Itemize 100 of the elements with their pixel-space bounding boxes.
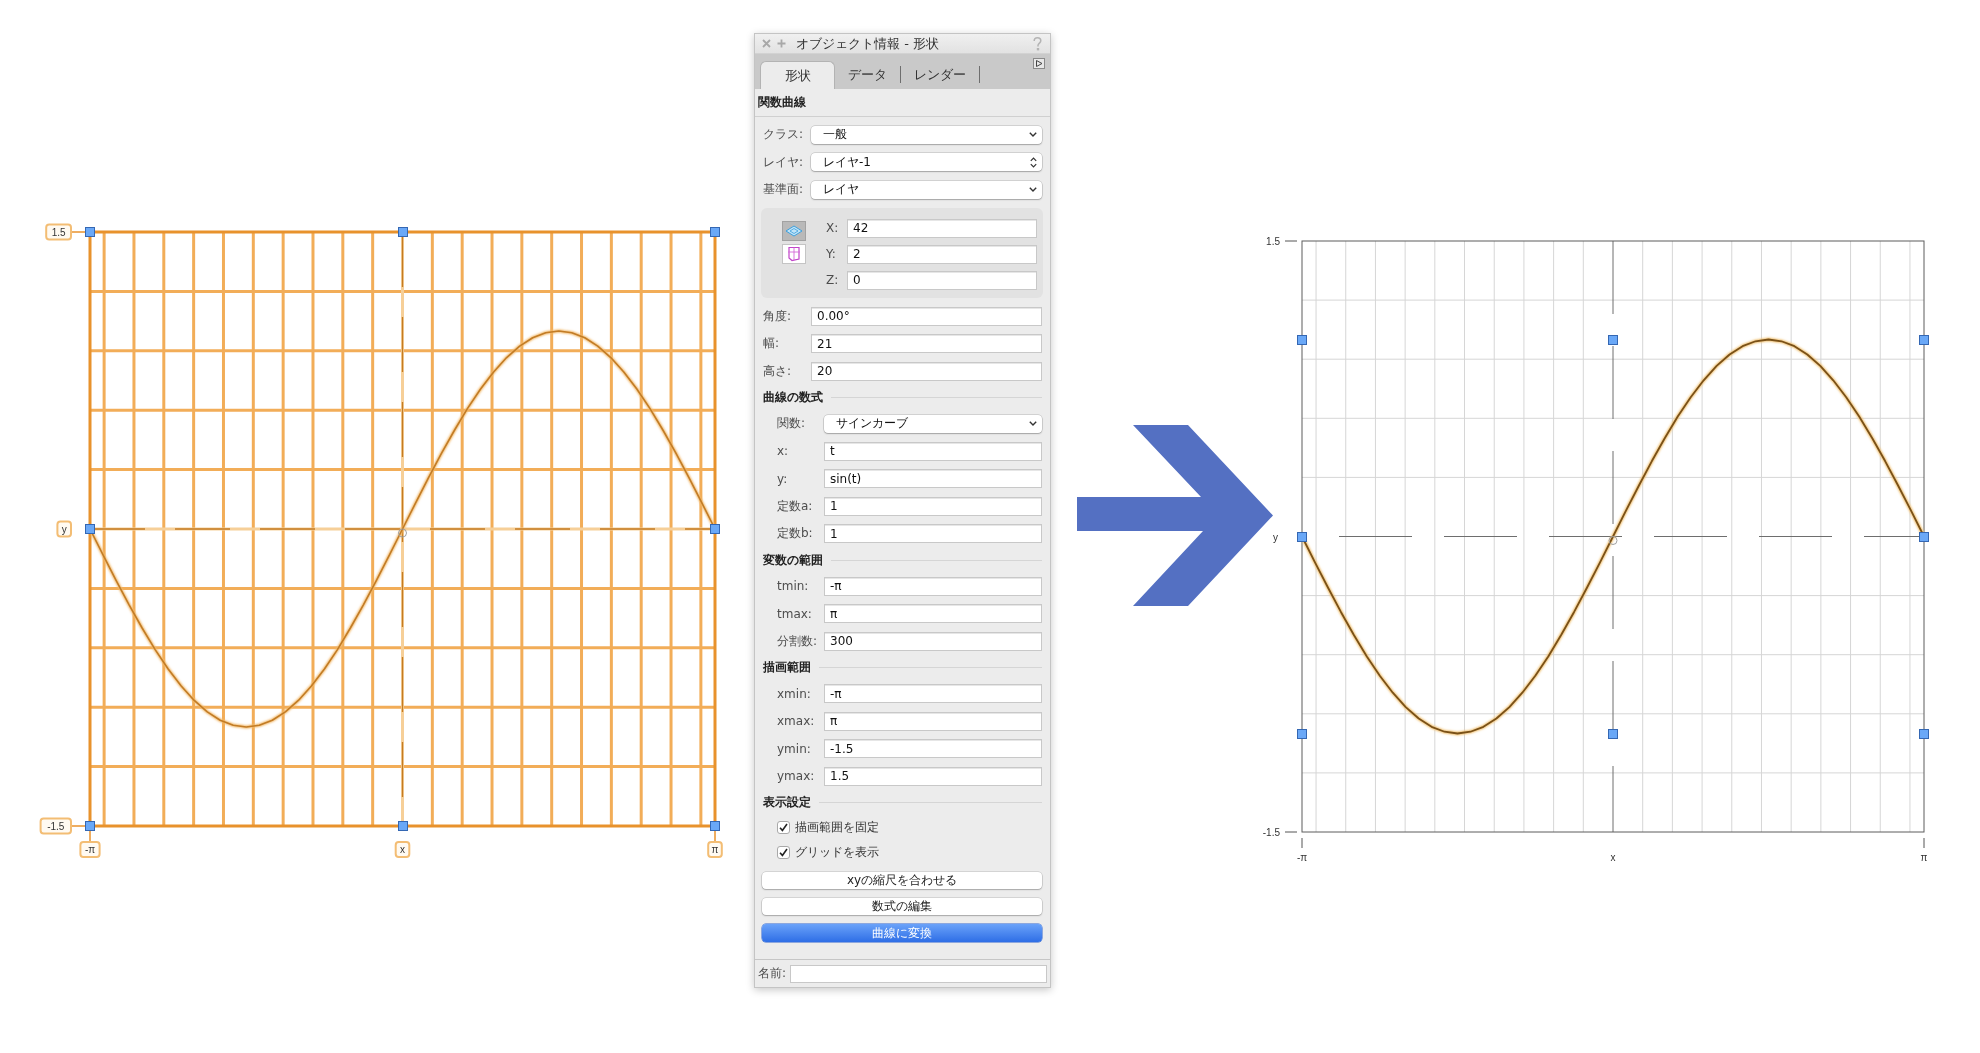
tab[interactable]: データ xyxy=(835,61,900,89)
dropdown[interactable]: サインカーブ xyxy=(824,414,1042,433)
selection-handle[interactable] xyxy=(1919,728,1929,739)
plane-toggle[interactable] xyxy=(782,244,806,264)
selection-handle[interactable] xyxy=(1297,728,1307,739)
tab[interactable]: レンダー xyxy=(901,61,979,89)
selection-handle[interactable] xyxy=(710,524,720,534)
text-field[interactable]: 21 xyxy=(811,334,1042,354)
axis-label: x xyxy=(1610,852,1616,863)
selection-handle[interactable] xyxy=(710,227,720,237)
field-label: tmin: xyxy=(777,579,810,594)
field-label: ymin: xyxy=(777,741,812,756)
tab[interactable]: 形状 xyxy=(760,61,835,89)
object-type-title: 関数曲線 xyxy=(758,94,806,111)
selection-handle[interactable] xyxy=(397,227,408,237)
selection-handle[interactable] xyxy=(1919,531,1929,542)
text-field[interactable]: 300 xyxy=(824,631,1042,651)
tick-label: 1.5 xyxy=(45,223,72,241)
dropdown[interactable]: レイヤ-1 xyxy=(811,153,1042,172)
x-axis-title: x xyxy=(400,844,405,856)
tick-label: -π xyxy=(79,841,101,858)
up-down-chevron-icon xyxy=(1030,156,1037,168)
field-label: xmax: xyxy=(777,714,816,729)
tick-label: y xyxy=(56,520,72,538)
checkbox[interactable] xyxy=(777,846,790,859)
y-tick-label: -1.5 xyxy=(47,820,65,832)
text-field[interactable]: 0.00° xyxy=(811,306,1042,326)
text-field[interactable]: 20 xyxy=(811,361,1042,381)
text-field[interactable]: -π xyxy=(824,576,1042,596)
section-title: 変数の範囲 xyxy=(763,551,823,569)
checkbox-label: 描画範囲を固定 xyxy=(795,819,879,836)
push-button[interactable]: 数式の編集 xyxy=(762,898,1042,915)
tick-mark xyxy=(1284,240,1298,242)
selection-handle[interactable] xyxy=(1608,728,1618,739)
tick-label: -π xyxy=(1296,852,1308,863)
tick-mark xyxy=(1923,837,1925,849)
text-field[interactable]: 0 xyxy=(847,270,1037,290)
field-label: 名前: xyxy=(758,965,788,982)
tick-label: 1.5 xyxy=(1266,235,1280,247)
tick-label: π xyxy=(1920,852,1928,863)
checkbox-label: グリッドを表示 xyxy=(795,844,879,861)
push-button[interactable]: xyの縮尺を合わせる xyxy=(762,872,1042,889)
section-title: 描画範囲 xyxy=(763,659,811,676)
field-label: Z: xyxy=(826,273,840,287)
selection-handle[interactable] xyxy=(1919,334,1929,345)
field-label: X: xyxy=(826,221,840,235)
field-label: 定数b: xyxy=(777,525,814,543)
field-label: 幅: xyxy=(763,335,781,353)
section-title: 表示設定 xyxy=(763,794,811,811)
field-label: 高さ: xyxy=(763,362,793,380)
tick-label: π xyxy=(707,841,723,858)
check-icon xyxy=(779,848,788,857)
field-label: 定数a: xyxy=(777,497,814,515)
field-label: 分割数: xyxy=(777,632,819,650)
selection-handle[interactable] xyxy=(710,821,720,831)
tick-label: -1.5 xyxy=(1262,826,1280,838)
text-field[interactable]: 1 xyxy=(824,524,1042,544)
dropdown[interactable]: 一般 xyxy=(811,125,1042,144)
field-label: 基準面: xyxy=(763,181,805,199)
section-title: 曲線の数式 xyxy=(763,389,823,406)
axis-label: y xyxy=(1273,531,1278,543)
selection-handle[interactable] xyxy=(1297,531,1307,542)
chevron-down-icon xyxy=(1029,132,1037,138)
field-label: クラス: xyxy=(763,126,805,144)
text-field[interactable]: π xyxy=(824,711,1042,731)
origin-marker xyxy=(1608,536,1618,545)
right-arrow-icon xyxy=(1077,425,1274,607)
text-field[interactable]: t xyxy=(824,441,1042,461)
window-title: オブジェクト情報 - 形状 xyxy=(796,34,940,53)
plane-toggle[interactable] xyxy=(782,221,806,241)
text-field[interactable]: 1.5 xyxy=(824,766,1042,786)
dropdown[interactable]: レイヤ xyxy=(811,180,1042,199)
checkbox[interactable] xyxy=(777,821,790,834)
text-field[interactable]: 1 xyxy=(824,496,1042,516)
field-label: Y: xyxy=(826,247,837,261)
y-tick-label: 1.5 xyxy=(51,226,66,238)
y-axis-title: y xyxy=(61,523,67,535)
field-label: xmin: xyxy=(777,686,812,701)
selection-handle[interactable] xyxy=(397,821,408,831)
check-icon xyxy=(779,823,788,832)
tick-label: x xyxy=(394,841,411,858)
text-field[interactable]: π xyxy=(824,604,1042,624)
origin-marker xyxy=(398,528,407,538)
selection-handle[interactable] xyxy=(1297,334,1307,345)
text-field[interactable]: -π xyxy=(824,684,1042,704)
name-field[interactable] xyxy=(790,964,1047,983)
triangle-icon[interactable] xyxy=(1033,58,1045,69)
selection-handle[interactable] xyxy=(1608,334,1618,345)
text-field[interactable]: 2 xyxy=(847,244,1037,264)
selection-handle[interactable] xyxy=(85,821,95,831)
box-outline-icon xyxy=(787,246,801,262)
text-field[interactable]: -1.5 xyxy=(824,739,1042,759)
text-field[interactable]: sin(t) xyxy=(824,469,1042,489)
selection-handle[interactable] xyxy=(85,524,95,534)
chevron-down-icon xyxy=(1029,421,1037,427)
selection-handle[interactable] xyxy=(85,227,95,237)
field-label: x: xyxy=(777,444,790,459)
text-field[interactable]: 42 xyxy=(847,218,1037,238)
x-tick-label: -π xyxy=(84,844,96,856)
primary-button[interactable]: 曲線に変換 xyxy=(762,924,1042,942)
